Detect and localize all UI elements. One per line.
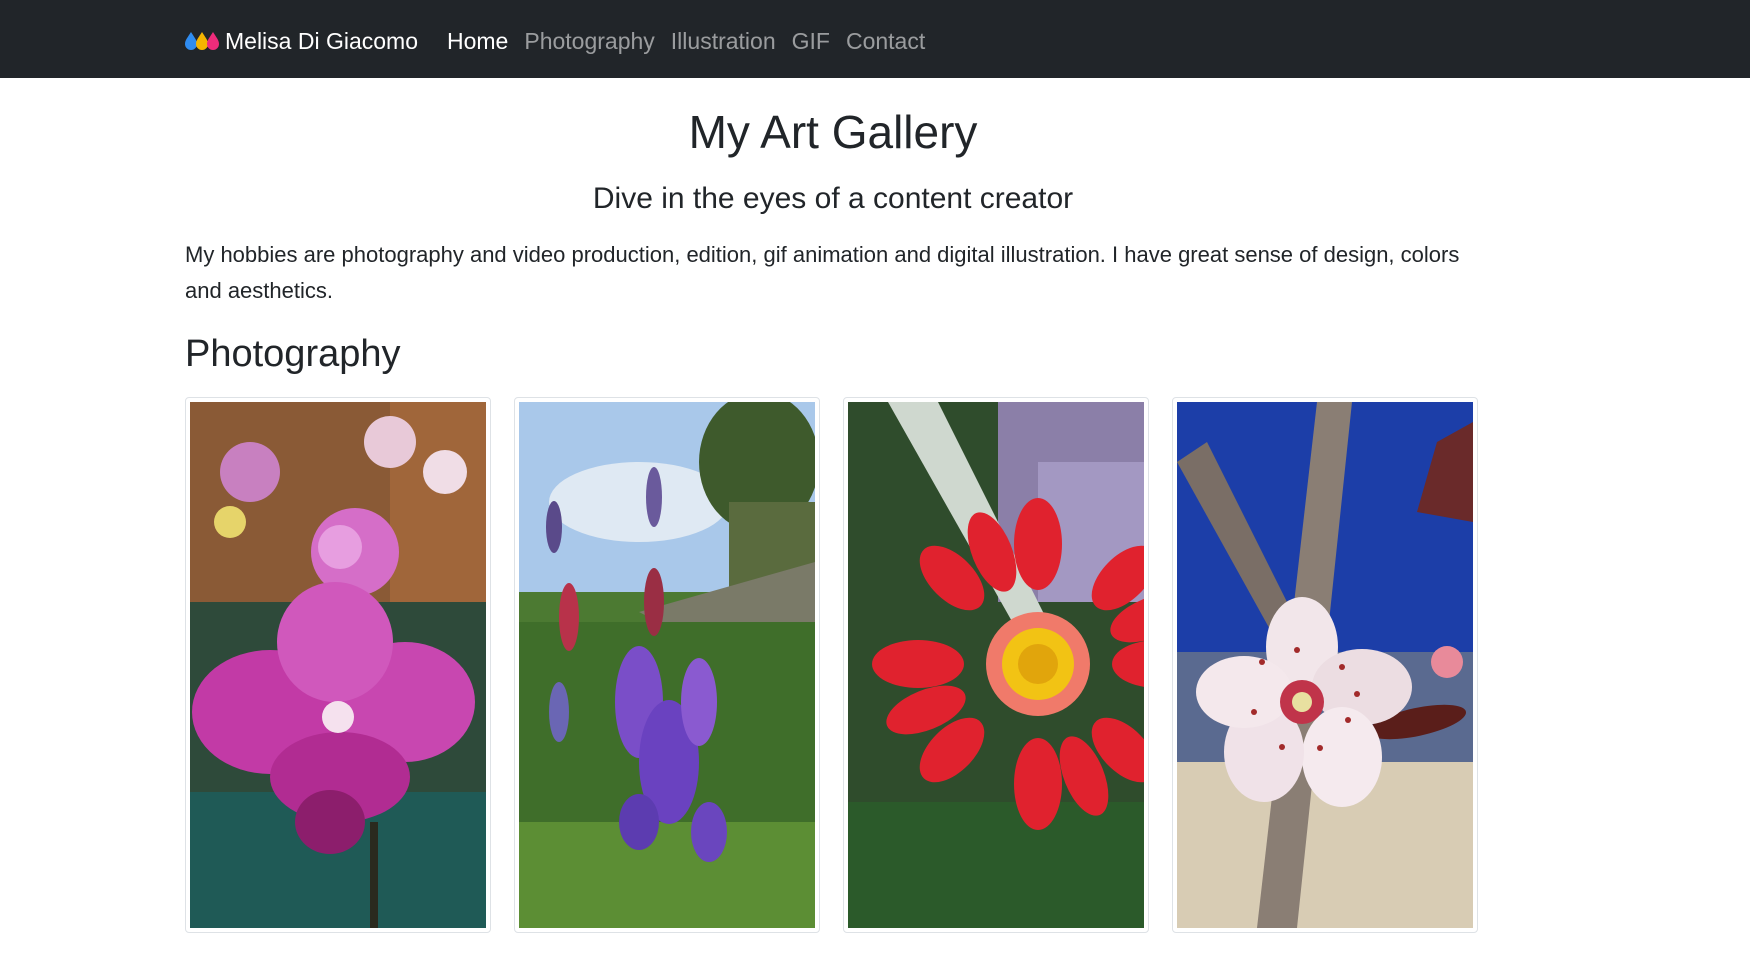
nav-link-photography[interactable]: Photography	[524, 28, 654, 55]
page-title: My Art Gallery	[688, 106, 978, 158]
nav-link-illustration[interactable]: Illustration	[671, 28, 776, 55]
top-navbar: Melisa Di Giacomo Home Photography Illus…	[0, 0, 1750, 78]
brand-link[interactable]: Melisa Di Giacomo	[185, 24, 418, 58]
photo-thumbnail-plum-blossom[interactable]	[1172, 397, 1478, 933]
photo-thumbnail-red-daisy[interactable]	[843, 397, 1149, 933]
intro-paragraph: My hobbies are photography and video pro…	[185, 242, 1460, 303]
photo-gallery	[185, 397, 1481, 933]
nav-link-home[interactable]: Home	[447, 28, 508, 55]
plum-blossom-photo-image	[1177, 402, 1473, 928]
photography-heading: Photography	[185, 333, 401, 375]
nav-links: Home Photography Illustration GIF Contac…	[447, 24, 941, 58]
page-subtitle: Dive in the eyes of a content creator	[592, 182, 1074, 215]
orchid-photo-image	[190, 402, 486, 928]
red-daisy-photo-image	[848, 402, 1144, 928]
photo-thumbnail-lupines[interactable]	[514, 397, 820, 933]
brand-name: Melisa Di Giacomo	[225, 27, 418, 54]
photo-thumbnail-orchid[interactable]	[185, 397, 491, 933]
droplets-logo-icon	[185, 32, 219, 50]
nav-link-contact[interactable]: Contact	[846, 28, 925, 55]
nav-link-gif[interactable]: GIF	[792, 28, 830, 55]
lupines-photo-image	[519, 402, 815, 928]
